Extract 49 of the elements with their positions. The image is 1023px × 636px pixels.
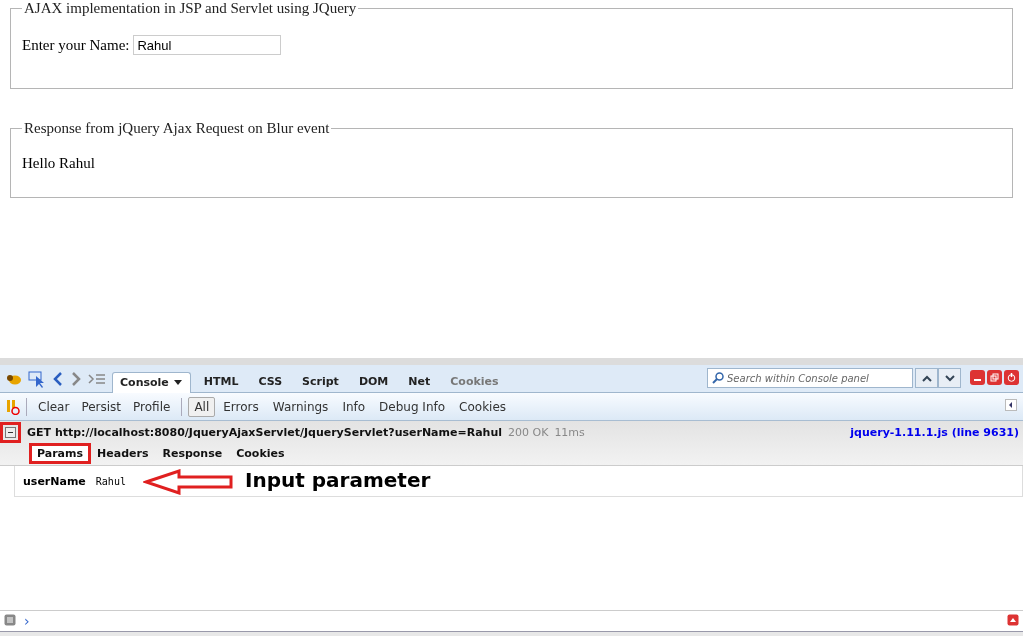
console-action[interactable]: Profile — [128, 397, 176, 416]
expand-icon[interactable] — [1007, 613, 1019, 629]
annotation-text: Input parameter — [245, 468, 431, 492]
minimize-button[interactable] — [970, 370, 985, 385]
next-button[interactable] — [938, 368, 961, 388]
request-tab[interactable]: Cookies — [231, 445, 290, 461]
command-prompt: › — [24, 613, 30, 629]
param-value: Rahul — [95, 475, 126, 487]
panel-tab[interactable]: HTML — [196, 372, 246, 392]
response-legend: Response from jQuery Ajax Request on Blur event — [22, 120, 332, 137]
name-input[interactable]: Rahul — [133, 35, 282, 55]
filter-button[interactable]: Cookies — [453, 396, 513, 417]
request-time: 11ms — [554, 425, 585, 439]
request-status: 200 OK — [508, 425, 549, 439]
filter-button[interactable]: Debug Info — [373, 396, 452, 417]
search-field[interactable]: Search within Console panel — [707, 368, 913, 388]
panel-tab[interactable]: Net — [401, 372, 438, 392]
windows-icon — [990, 373, 999, 382]
panel-tab[interactable]: CSS — [251, 372, 290, 392]
panel-tab[interactable]: Console — [112, 372, 191, 393]
panel-tab[interactable]: Script — [295, 372, 346, 392]
request-tab[interactable]: Headers — [92, 445, 154, 461]
form-legend: AJAX implementation in JSP and Servlet using JQuery — [22, 0, 359, 17]
param-name: userName — [23, 474, 86, 488]
filter-button[interactable]: All — [188, 396, 216, 417]
chevron-up-icon — [921, 374, 932, 382]
panel-tab[interactable]: DOM — [351, 372, 396, 392]
filter-button[interactable]: Info — [336, 396, 372, 417]
console-action[interactable]: Clear — [33, 397, 75, 416]
request-tab[interactable]: Params — [32, 445, 89, 461]
chevron-down-icon — [944, 374, 955, 382]
search-icon — [712, 372, 724, 384]
collapse-toggle[interactable] — [5, 426, 16, 438]
arrow-icon — [143, 469, 235, 495]
response-text: Hello Rahul — [22, 155, 95, 171]
name-label: Enter your Name: — [22, 36, 130, 53]
power-icon — [1007, 373, 1016, 382]
request-tab[interactable]: Response — [157, 445, 228, 461]
source-link[interactable]: jquery-1.11.1.js (line 9631) — [850, 425, 1019, 439]
filter-button[interactable]: Warnings — [266, 396, 335, 417]
console-menu-icon[interactable] — [4, 613, 16, 629]
filter-button[interactable]: Errors — [217, 396, 265, 417]
caret-icon — [172, 378, 183, 386]
previous-button[interactable] — [915, 368, 938, 388]
console-action[interactable]: Persist — [76, 397, 127, 416]
close-button[interactable] — [1004, 370, 1019, 385]
scroll-left-icon[interactable] — [1005, 399, 1017, 414]
request-url: GET http://localhost:8080/JqueryAjaxServlet/JqueryServlet?userName=Rahul — [27, 425, 502, 439]
detach-button[interactable] — [987, 370, 1002, 385]
